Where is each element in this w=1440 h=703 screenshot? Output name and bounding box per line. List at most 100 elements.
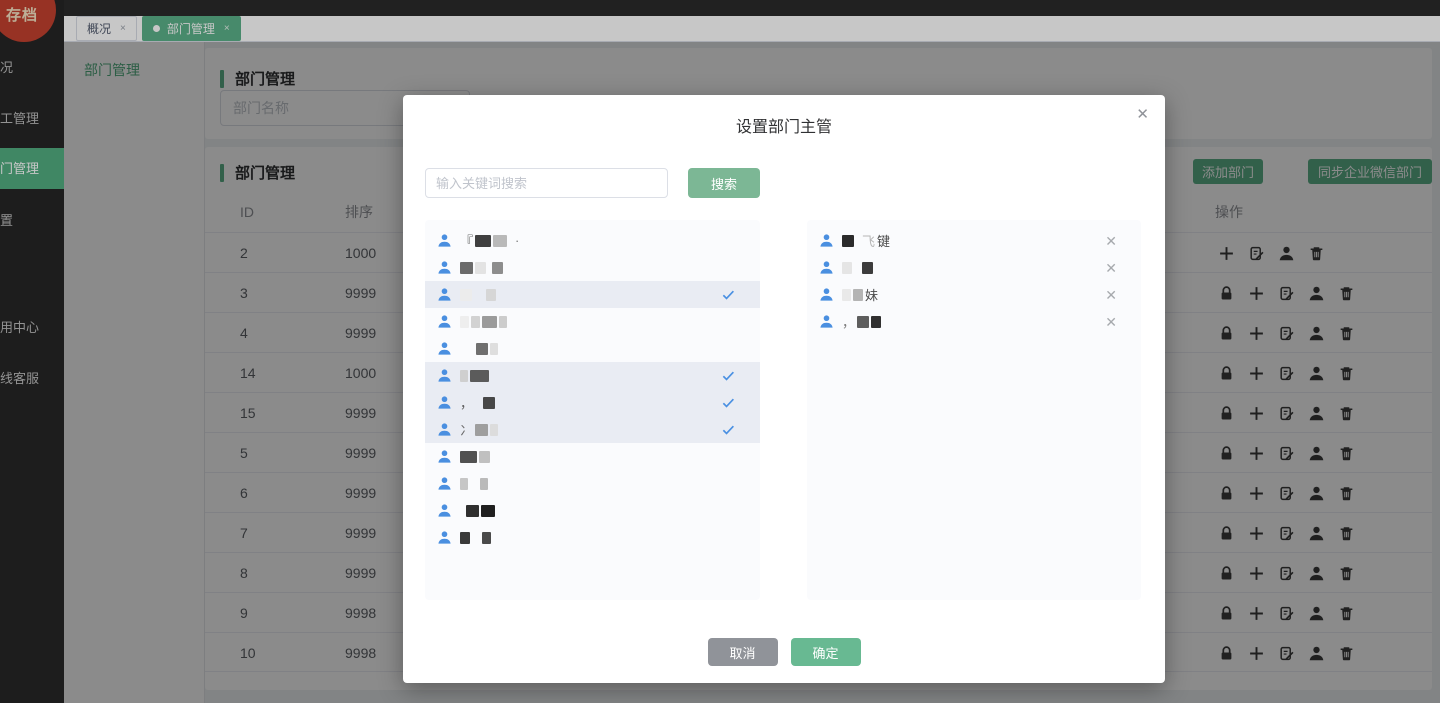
remove-manager-icon[interactable]: ✕ bbox=[1105, 315, 1117, 329]
name-fragment: 键 bbox=[877, 234, 891, 249]
redacted-name-block bbox=[460, 288, 472, 301]
person-icon bbox=[819, 314, 834, 329]
member-list-item[interactable] bbox=[425, 254, 760, 281]
person-icon bbox=[437, 449, 452, 464]
member-list-item[interactable] bbox=[425, 443, 760, 470]
person-icon bbox=[819, 233, 834, 248]
member-list-panel: 『· ， 冫 bbox=[425, 220, 760, 600]
selected-check-icon bbox=[721, 368, 736, 383]
redacted-name-block bbox=[482, 531, 491, 544]
person-icon bbox=[437, 260, 452, 275]
dialog-close-icon[interactable]: ✕ bbox=[1136, 107, 1149, 122]
member-name bbox=[460, 288, 498, 301]
person-icon bbox=[437, 233, 452, 248]
person-icon bbox=[437, 314, 452, 329]
set-department-manager-dialog: 设置部门主管 ✕ 搜索 『·，冫 飞键✕✕妹✕，✕ 取消 确定 bbox=[403, 95, 1165, 683]
manager-name: 飞键 bbox=[842, 231, 892, 250]
member-name bbox=[460, 504, 497, 517]
person-icon bbox=[819, 260, 834, 275]
redacted-name-block bbox=[492, 261, 503, 274]
redacted-name-block bbox=[842, 234, 854, 247]
person-icon bbox=[437, 395, 452, 410]
selected-manager-item: 飞键 ✕ bbox=[807, 227, 1141, 254]
selected-manager-item: 妹 ✕ bbox=[807, 281, 1141, 308]
redacted-name-block bbox=[862, 261, 873, 274]
person-icon bbox=[437, 341, 452, 356]
search-button[interactable]: 搜索 bbox=[688, 168, 760, 198]
redacted-name-block bbox=[476, 342, 488, 355]
redacted-name-block bbox=[460, 315, 469, 328]
redacted-name-block bbox=[475, 423, 489, 436]
member-name bbox=[460, 450, 492, 463]
name-fragment: ， bbox=[842, 315, 856, 330]
dialog-title: 设置部门主管 bbox=[735, 119, 832, 136]
remove-manager-icon[interactable]: ✕ bbox=[1105, 288, 1117, 302]
redacted-name-block bbox=[842, 261, 852, 274]
selected-manager-item: ， ✕ bbox=[807, 308, 1141, 335]
redacted-name-block bbox=[486, 288, 496, 301]
keyword-search-input[interactable] bbox=[425, 168, 668, 198]
member-list-item[interactable] bbox=[425, 362, 760, 389]
redacted-name-block bbox=[499, 315, 507, 328]
manager-name: ， bbox=[842, 312, 883, 331]
redacted-name-block bbox=[460, 477, 468, 490]
redacted-name-block bbox=[479, 450, 490, 463]
member-name bbox=[460, 261, 505, 274]
manager-name bbox=[842, 261, 875, 274]
redacted-name-block bbox=[493, 234, 508, 247]
redacted-name-block bbox=[460, 450, 477, 463]
selected-check-icon bbox=[721, 287, 736, 302]
member-name bbox=[460, 531, 493, 544]
remove-manager-icon[interactable]: ✕ bbox=[1105, 234, 1117, 248]
member-list-item[interactable]: 冫 bbox=[425, 416, 760, 443]
redacted-name-block bbox=[470, 369, 489, 382]
remove-manager-icon[interactable]: ✕ bbox=[1105, 261, 1117, 275]
dialog-footer: 取消 确定 bbox=[403, 638, 1165, 666]
selected-check-icon bbox=[721, 422, 736, 437]
redacted-name-block bbox=[482, 315, 497, 328]
redacted-name-block bbox=[842, 288, 851, 301]
member-name: 『· bbox=[460, 231, 521, 250]
redacted-name-block bbox=[490, 423, 499, 436]
person-icon bbox=[437, 476, 452, 491]
redacted-name-block bbox=[480, 477, 488, 490]
name-fragment: 妹 bbox=[865, 288, 879, 303]
member-name bbox=[460, 477, 490, 490]
name-fragment: · bbox=[515, 233, 520, 248]
cancel-button[interactable]: 取消 bbox=[707, 638, 778, 666]
name-fragment: 飞 bbox=[862, 234, 876, 249]
person-icon bbox=[437, 422, 452, 437]
person-icon bbox=[437, 503, 452, 518]
redacted-name-block bbox=[466, 504, 479, 517]
member-name bbox=[460, 369, 491, 382]
redacted-name-block bbox=[853, 288, 863, 301]
redacted-name-block bbox=[460, 261, 473, 274]
member-name: ， bbox=[460, 393, 497, 412]
member-list-item[interactable] bbox=[425, 335, 760, 362]
redacted-name-block bbox=[475, 234, 492, 247]
person-icon bbox=[437, 287, 452, 302]
person-icon bbox=[437, 368, 452, 383]
member-name bbox=[460, 315, 509, 328]
member-name bbox=[460, 342, 500, 355]
redacted-name-block bbox=[460, 369, 468, 382]
member-name: 冫 bbox=[460, 420, 500, 439]
member-list-item[interactable]: ， bbox=[425, 389, 760, 416]
member-list-item[interactable] bbox=[425, 524, 760, 551]
member-list-item[interactable] bbox=[425, 281, 760, 308]
person-icon bbox=[437, 530, 452, 545]
manager-name: 妹 bbox=[842, 285, 880, 304]
selected-check-icon bbox=[721, 395, 736, 410]
redacted-name-block bbox=[460, 531, 470, 544]
redacted-name-block bbox=[857, 315, 870, 328]
selected-manager-item: ✕ bbox=[807, 254, 1141, 281]
member-list-item[interactable] bbox=[425, 470, 760, 497]
confirm-button[interactable]: 确定 bbox=[790, 638, 861, 666]
name-fragment: 冫 bbox=[460, 423, 474, 438]
person-icon bbox=[819, 287, 834, 302]
redacted-name-block bbox=[475, 261, 486, 274]
member-list-item[interactable] bbox=[425, 497, 760, 524]
member-list-item[interactable] bbox=[425, 308, 760, 335]
member-list-item[interactable]: 『· bbox=[425, 227, 760, 254]
name-fragment: ， bbox=[460, 396, 474, 411]
